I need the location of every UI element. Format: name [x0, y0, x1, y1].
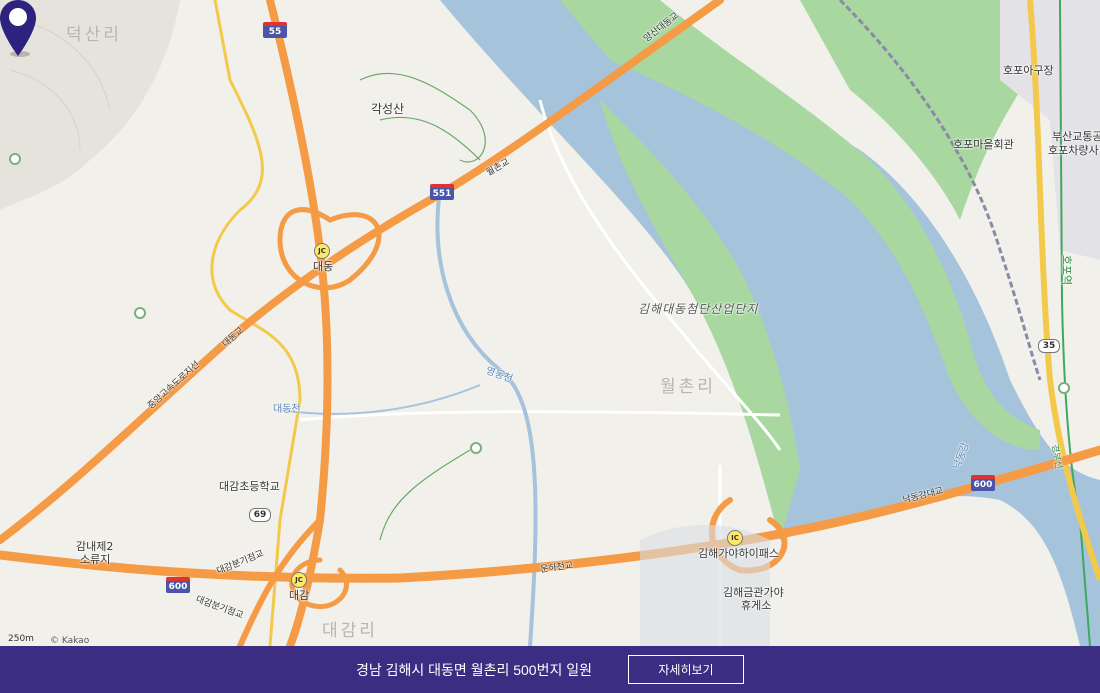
route-35-shield: 35 [1038, 339, 1060, 353]
route-69-shield: 69 [249, 508, 271, 522]
map-view[interactable]: 덕산리 월촌리 대감리 각성산 대동 대감 호포아구장 호포마을회관 부산교통공… [0, 0, 1100, 646]
route-55-shield: 55 [263, 22, 287, 38]
place-wolchon: 월촌리 [660, 377, 716, 397]
label-hopo-hall: 호포마을회관 [953, 138, 1014, 151]
address-bar: 경남 김해시 대동면 월촌리 500번지 일원 자세히보기 [0, 646, 1100, 693]
label-rest-area2: 휴게소 [741, 599, 772, 612]
map-scale: 250m [8, 634, 34, 644]
location-pin-icon[interactable] [0, 0, 36, 58]
label-daedong-jc: 대동 [313, 260, 334, 273]
poi-marker[interactable] [470, 442, 482, 454]
route-600-shield-left: 600 [166, 577, 190, 593]
poi-marker[interactable] [1058, 382, 1070, 394]
stream-daedong: 대동천 [273, 404, 301, 415]
junction-daegam-mark: JC [291, 572, 307, 588]
label-daegam-school: 대감초등학교 [219, 480, 280, 493]
interchange-mark: IC [727, 530, 743, 546]
route-551-shield: 551 [430, 184, 454, 200]
address-text: 경남 김해시 대동면 월촌리 500번지 일원 [355, 661, 592, 678]
poi-marker[interactable] [9, 153, 21, 165]
map-copyright: © Kakao [50, 636, 90, 646]
poi-marker[interactable] [134, 307, 146, 319]
label-gakseongsan: 각성산 [371, 102, 405, 116]
label-hopo-station: 호포역 [1060, 254, 1074, 286]
detail-button[interactable]: 자세히보기 [628, 655, 744, 684]
map-base [0, 0, 1100, 646]
label-hopo-depot: 호포아구장 [1003, 64, 1054, 77]
label-complex: 김해대동첨단산업단지 [638, 302, 759, 316]
place-daegam: 대감리 [322, 621, 378, 641]
label-daegam-jc: 대감 [289, 589, 310, 602]
label-gimhae-ic: 김해가야하이패스 [698, 547, 779, 560]
label-hopo-depot2: 호포차량사 [1048, 144, 1099, 157]
label-gamnae2: 소류지 [80, 553, 111, 566]
route-600-shield-right: 600 [971, 475, 995, 491]
place-deoksan: 덕산리 [66, 25, 122, 45]
junction-daedong-mark: JC [314, 243, 330, 259]
